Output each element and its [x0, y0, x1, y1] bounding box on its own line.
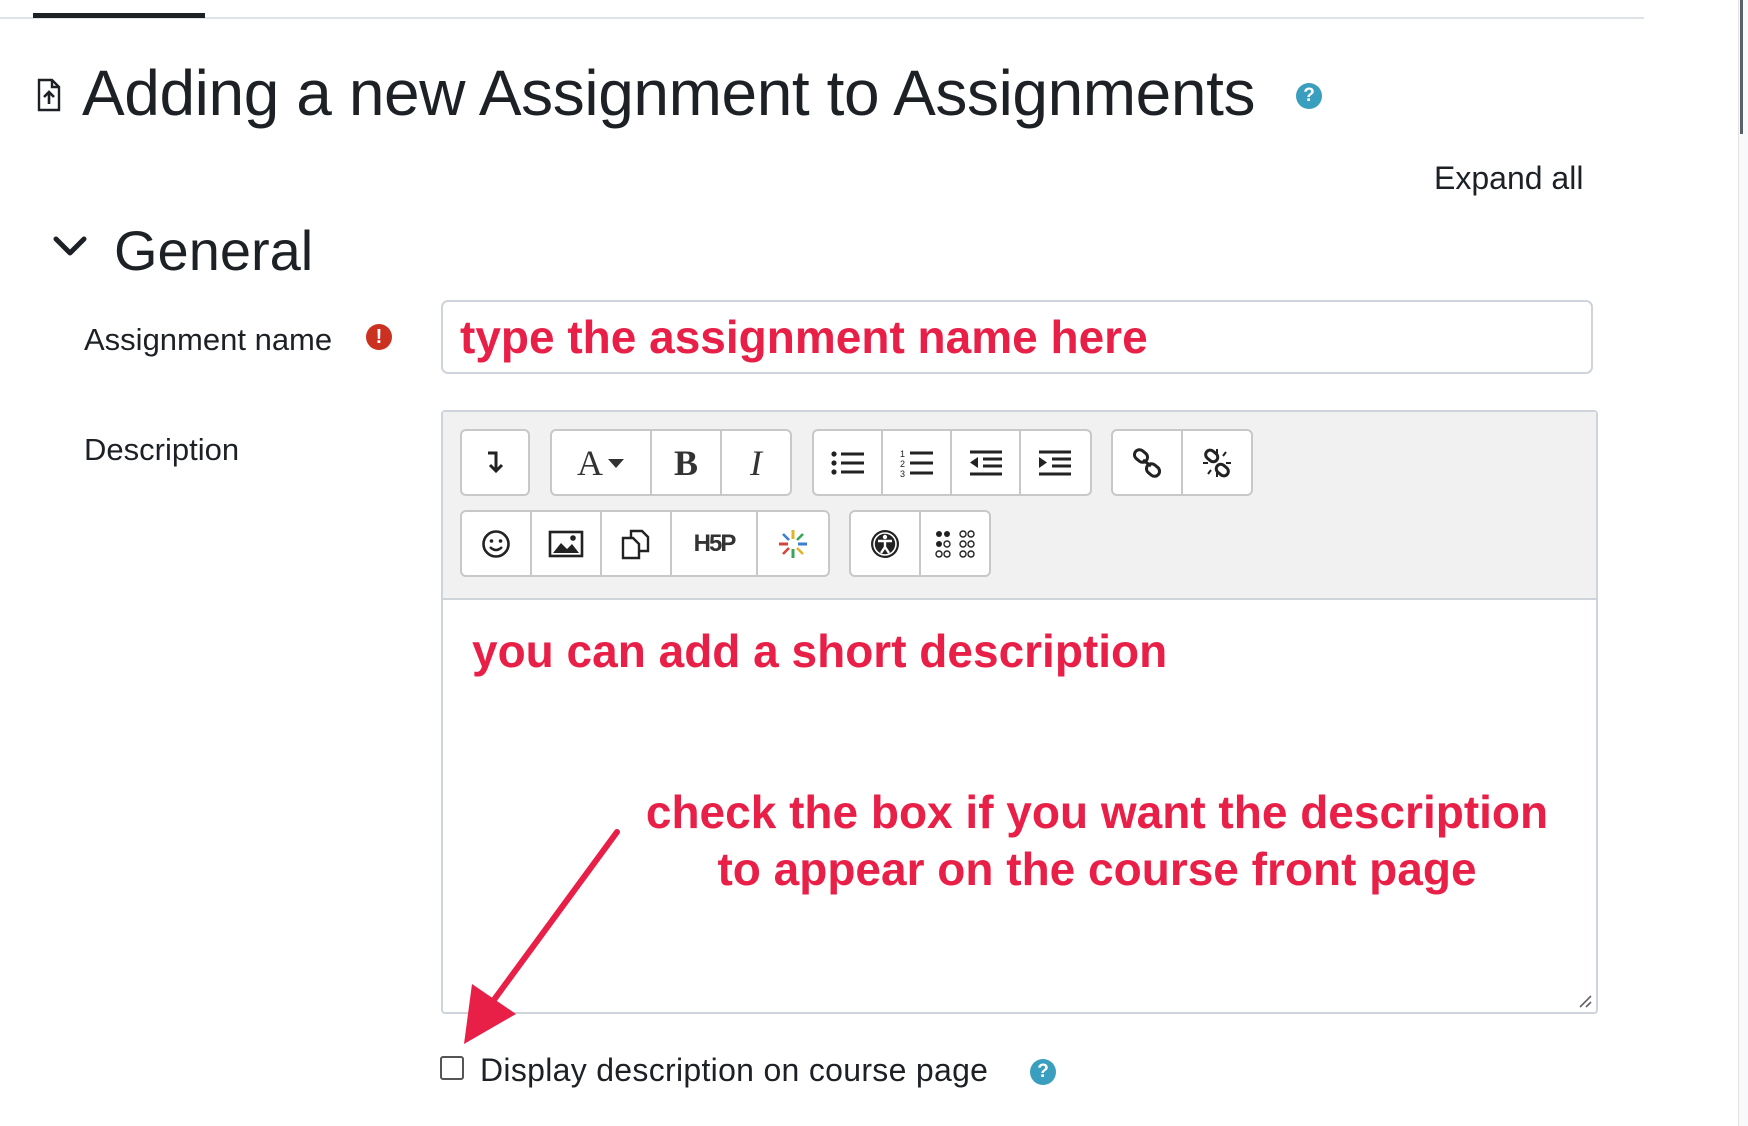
unlink-icon	[1203, 448, 1231, 477]
link-button[interactable]	[1113, 431, 1183, 494]
assignment-name-value[interactable]: type the assignment name here	[460, 310, 1148, 364]
numbered-list-button[interactable]: 1 2 3	[883, 431, 952, 494]
image-icon	[548, 530, 584, 557]
indent-icon	[1039, 450, 1072, 475]
bold-button[interactable]: B	[652, 431, 722, 494]
resize-handle-icon[interactable]	[1578, 994, 1592, 1008]
active-tab-indicator	[33, 13, 205, 18]
outdent-button[interactable]	[952, 431, 1021, 494]
sparkle-icon	[779, 529, 807, 558]
scrollbar-thumb[interactable]	[1740, 0, 1743, 134]
italic-button[interactable]: I	[722, 431, 790, 494]
section-title-general[interactable]: General	[114, 218, 313, 283]
font-style-button[interactable]: A	[552, 431, 652, 494]
braille-icon	[935, 529, 975, 558]
outdent-icon	[969, 450, 1002, 475]
show-more-buttons[interactable]	[462, 431, 528, 494]
link-icon	[1132, 447, 1162, 478]
toolbar-group-accessibility	[849, 510, 991, 577]
svg-text:1: 1	[900, 449, 905, 459]
font-style-label: A	[577, 442, 603, 483]
description-content[interactable]: you can add a short description	[472, 624, 1167, 678]
dropdown-caret-icon	[608, 458, 624, 468]
editor-toolbar: A B I 1 2 3 H5P	[443, 412, 1596, 600]
description-label: Description	[84, 432, 240, 467]
help-icon[interactable]: ?	[1030, 1059, 1056, 1085]
nav-tab-divider	[0, 17, 1644, 19]
chevron-down-icon[interactable]	[50, 232, 90, 262]
expand-all-link[interactable]: Expand all	[1434, 160, 1583, 197]
toolbar-group-more	[460, 429, 530, 496]
page-scrollbar[interactable]	[1738, 0, 1748, 1126]
h5p-button[interactable]: H5P	[672, 512, 758, 575]
ai-sparkle-button[interactable]	[758, 512, 828, 575]
bullet-list-icon	[830, 450, 864, 475]
numbered-list-icon: 1 2 3	[900, 449, 933, 478]
bullet-list-button[interactable]	[814, 431, 883, 494]
accessibility-icon	[871, 529, 899, 558]
arrow-down-icon	[488, 451, 504, 473]
toolbar-group-lists: 1 2 3	[812, 429, 1092, 496]
accessibility-checker-button[interactable]	[851, 512, 921, 575]
media-button[interactable]	[602, 512, 672, 575]
toolbar-group-insert: H5P	[460, 510, 830, 577]
toolbar-group-links	[1111, 429, 1253, 496]
svg-text:2: 2	[900, 459, 905, 469]
page-title: Adding a new Assignment to Assignments	[82, 57, 1256, 129]
required-icon: !	[366, 324, 392, 350]
media-icon	[621, 529, 650, 559]
indent-button[interactable]	[1021, 431, 1090, 494]
emoji-icon	[482, 529, 510, 558]
image-button[interactable]	[532, 512, 602, 575]
display-description-label[interactable]: Display description on course page	[480, 1052, 988, 1089]
assignment-name-label: Assignment name	[84, 322, 333, 357]
toolbar-group-format: A B I	[550, 429, 792, 496]
unlink-button[interactable]	[1183, 431, 1251, 494]
emoji-button[interactable]	[462, 512, 532, 575]
braille-button[interactable]	[921, 512, 989, 575]
document-upload-icon	[37, 78, 61, 112]
display-description-checkbox[interactable]	[440, 1056, 464, 1080]
help-icon[interactable]: ?	[1296, 83, 1322, 109]
svg-text:3: 3	[900, 469, 905, 478]
annotation-note: check the box if you want the descriptio…	[645, 786, 1549, 895]
